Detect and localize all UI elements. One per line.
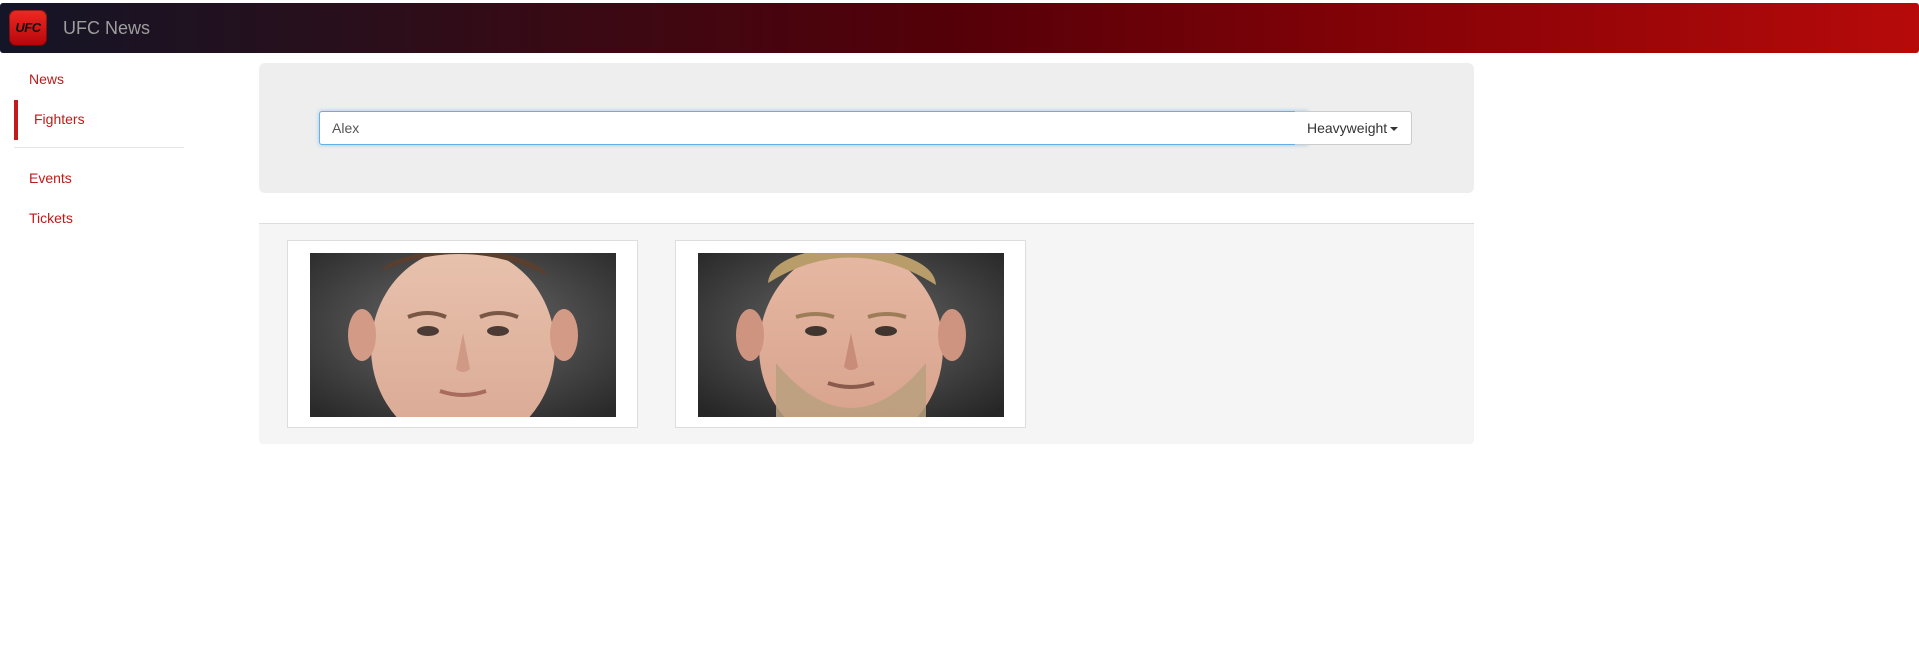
caret-down-icon (1390, 127, 1399, 132)
ufc-logo-icon[interactable]: UFC (9, 10, 47, 46)
weight-class-label: Heavyweight (1307, 120, 1388, 136)
fighter-card[interactable] (675, 240, 1026, 428)
results-panel (259, 223, 1474, 444)
fighter-card[interactable] (287, 240, 638, 428)
weight-class-dropdown[interactable]: Heavyweight (1295, 111, 1412, 145)
sidebar-item-news[interactable]: News (14, 60, 174, 100)
fighter-headshot-1 (310, 253, 616, 417)
sidebar-item-label[interactable]: Fighters (34, 111, 85, 127)
sidebar-item-events[interactable]: Events (14, 159, 174, 199)
sidebar-item-label[interactable]: News (29, 71, 64, 87)
sidebar-item-tickets[interactable]: Tickets (14, 199, 174, 239)
fighter-headshot-2 (698, 253, 1004, 417)
logo-text: UFC (15, 20, 41, 35)
sidebar-item-fighters[interactable]: Fighters (14, 100, 178, 140)
sidebar-item-label[interactable]: Tickets (29, 210, 73, 226)
fighter-photo[interactable] (698, 253, 1004, 417)
search-panel: Heavyweight (259, 63, 1474, 193)
sidebar-item-label[interactable]: Events (29, 170, 72, 186)
search-input[interactable] (319, 111, 1308, 145)
fighter-photo[interactable] (310, 253, 616, 417)
brand-title[interactable]: UFC News (63, 18, 150, 39)
sidebar-divider (14, 147, 184, 148)
top-navbar: UFC UFC News (0, 3, 1919, 53)
